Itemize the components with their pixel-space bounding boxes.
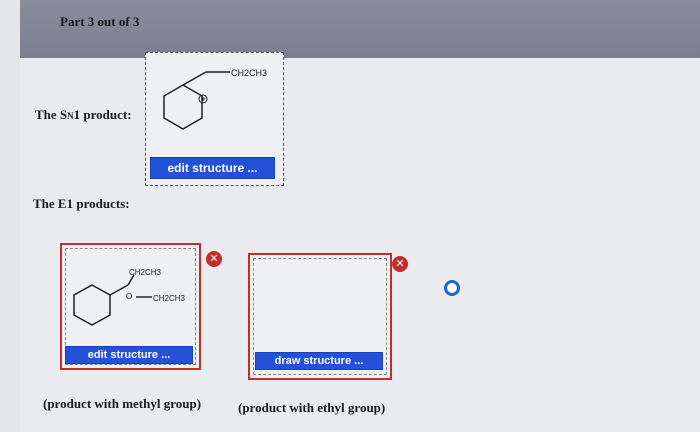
close-icon[interactable]: ✕ xyxy=(206,251,222,267)
sn1-substituent-label: CH2CH3 xyxy=(231,68,267,78)
sn1-structure-drawing: CH2CH3 xyxy=(163,68,267,130)
part-title: Part 3 out of 3 xyxy=(60,14,140,29)
e1-label: The E1 products: xyxy=(33,196,130,211)
e1-right-substituent-label: CH2CH3 xyxy=(153,294,186,303)
e1-draw-structure-button[interactable]: draw structure ... xyxy=(255,352,383,370)
sn1-edit-structure-button[interactable]: edit structure ... xyxy=(150,157,275,179)
e1-methyl-structure-drawing: CH2CH3 O CH2CH3 xyxy=(73,268,186,326)
radio-button-icon[interactable] xyxy=(444,280,460,296)
sn1-label-post: 1 product: xyxy=(73,107,132,122)
sn1-label-pre: The S xyxy=(35,107,68,122)
e1-top-substituent-label: CH2CH3 xyxy=(129,268,162,277)
e1-oxygen-label: O xyxy=(126,292,132,301)
sn1-label: The SN1 product: xyxy=(35,107,132,123)
e1-methyl-caption: (product with methyl group) xyxy=(43,396,202,411)
e1-ethyl-caption: (product with ethyl group) xyxy=(238,400,386,415)
part-header: Part 3 out of 3 xyxy=(20,0,700,58)
e1-edit-structure-button[interactable]: edit structure ... xyxy=(65,346,193,364)
close-icon[interactable]: ✕ xyxy=(392,256,408,272)
